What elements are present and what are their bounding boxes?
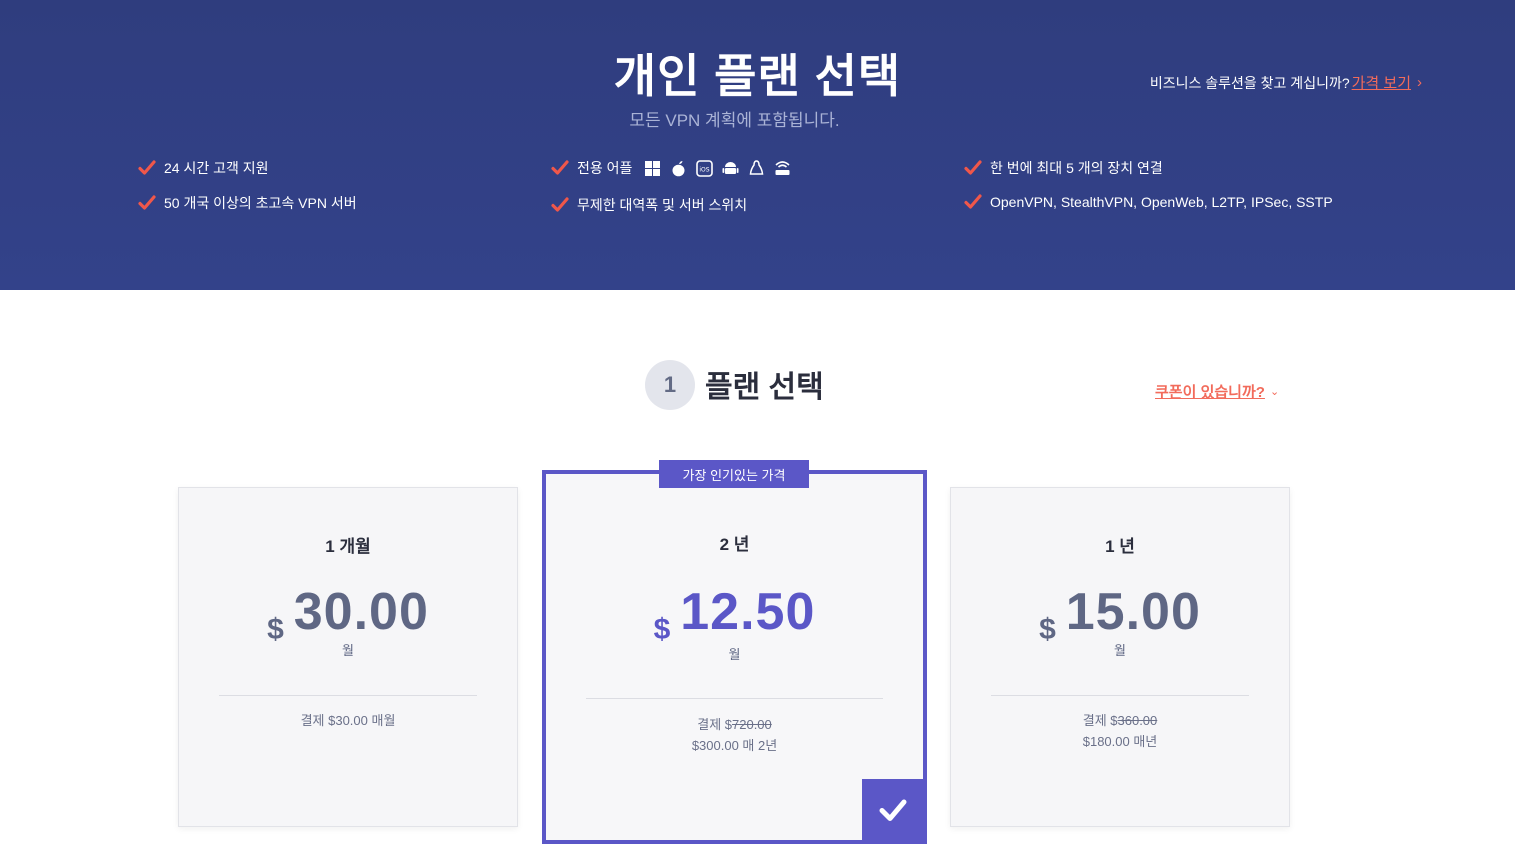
linux-icon xyxy=(748,159,765,177)
price-amount: 12.50 xyxy=(680,583,816,641)
price-unit: 월 xyxy=(342,643,354,658)
check-icon xyxy=(964,194,982,209)
currency-symbol: $ xyxy=(653,613,671,646)
chevron-right-icon: › xyxy=(1417,74,1422,91)
business-prompt: 비즈니스 솔루션을 찾고 계십니까? 가격 보기 › xyxy=(1150,72,1422,93)
divider xyxy=(991,695,1249,696)
windows-icon xyxy=(644,160,661,177)
plan-period: 2 년 xyxy=(719,535,750,554)
original-price: 360.00 xyxy=(1117,713,1158,728)
plan-price: $15.00 xyxy=(951,582,1289,647)
coupon-toggle[interactable]: 쿠폰이 있습니까? ⌄ xyxy=(1155,381,1279,402)
divider xyxy=(586,698,883,699)
svg-text:iOS: iOS xyxy=(700,166,710,173)
feature-label: 전용 어플 xyxy=(577,160,633,176)
feature-label: 24 시간 고객 지원 xyxy=(164,160,269,176)
platform-icons: iOS xyxy=(644,159,791,177)
plan-card-1-year[interactable]: 1 년 $15.00 월 결제 $360.00 $180.00 매년 xyxy=(950,487,1290,827)
billing-text: 결제 $30.00 매월 xyxy=(300,713,396,728)
page-subtitle: 모든 VPN 계획에 포함됩니다. xyxy=(629,111,840,130)
view-pricing-link[interactable]: 가격 보기 xyxy=(1352,72,1411,93)
most-popular-badge: 가장 인기있는 가격 xyxy=(659,460,809,488)
chevron-down-icon: ⌄ xyxy=(1269,386,1280,398)
price-unit: 월 xyxy=(728,647,741,662)
feature-label: OpenVPN, StealthVPN, OpenWeb, L2TP, IPSe… xyxy=(990,194,1333,210)
billing-info: 결제 $720.00 $300.00 매 2년 xyxy=(546,714,923,756)
check-icon xyxy=(964,160,982,175)
plan-period: 1 개월 xyxy=(325,537,371,556)
billing-prefix: 결제 $ xyxy=(697,717,732,732)
price-amount: 30.00 xyxy=(293,583,429,641)
check-icon xyxy=(138,160,156,175)
billing-prefix: 결제 $ xyxy=(1082,713,1118,728)
feature-apps: 전용 어플 iOS xyxy=(551,158,791,178)
feature-label: 무제한 대역폭 및 서버 스위치 xyxy=(577,197,748,213)
apple-icon xyxy=(670,160,687,177)
selected-indicator xyxy=(862,779,923,840)
feature-label: 50 개국 이상의 초고속 VPN 서버 xyxy=(164,195,357,211)
plan-price: $30.00 xyxy=(179,582,517,647)
coupon-label[interactable]: 쿠폰이 있습니까? xyxy=(1155,381,1265,402)
billing-total: $300.00 매 2년 xyxy=(691,738,778,753)
step-title: 플랜 선택 xyxy=(705,371,824,404)
price-amount: 15.00 xyxy=(1065,583,1201,641)
plan-price: $12.50 xyxy=(546,582,923,647)
divider xyxy=(219,695,477,696)
feature-label: 한 번에 최대 5 개의 장치 연결 xyxy=(990,160,1163,176)
business-prompt-text: 비즈니스 솔루션을 찾고 계십니까? xyxy=(1149,74,1350,91)
feature-servers: 50 개국 이상의 초고속 VPN 서버 xyxy=(138,193,357,213)
check-icon xyxy=(138,195,156,210)
feature-devices: 한 번에 최대 5 개의 장치 연결 xyxy=(964,158,1163,178)
plan-card-1-month[interactable]: 1 개월 $30.00 월 결제 $30.00 매월 xyxy=(178,487,518,827)
check-icon xyxy=(551,197,569,212)
hero-banner: 개인 플랜 선택 모든 VPN 계획에 포함됩니다. 비즈니스 솔루션을 찾고 … xyxy=(0,0,1515,290)
android-icon xyxy=(722,160,739,177)
check-icon xyxy=(551,160,569,175)
router-icon xyxy=(774,160,791,177)
billing-info: 결제 $30.00 매월 xyxy=(179,710,517,731)
checkmark-icon xyxy=(879,799,906,821)
billing-total: $180.00 매년 xyxy=(1082,734,1158,749)
feature-protocols: OpenVPN, StealthVPN, OpenWeb, L2TP, IPSe… xyxy=(964,193,1333,211)
feature-bandwidth: 무제한 대역폭 및 서버 스위치 xyxy=(551,195,747,215)
ios-icon: iOS xyxy=(696,159,714,177)
feature-support: 24 시간 고객 지원 xyxy=(138,158,269,178)
step-number: 1 xyxy=(645,360,695,410)
plan-period: 1 년 xyxy=(1105,537,1135,556)
billing-info: 결제 $360.00 $180.00 매년 xyxy=(951,710,1289,752)
plan-card-2-years[interactable]: 2 년 $12.50 월 결제 $720.00 $300.00 매 2년 xyxy=(542,470,927,844)
original-price: 720.00 xyxy=(732,717,772,732)
price-unit: 월 xyxy=(1114,643,1126,658)
